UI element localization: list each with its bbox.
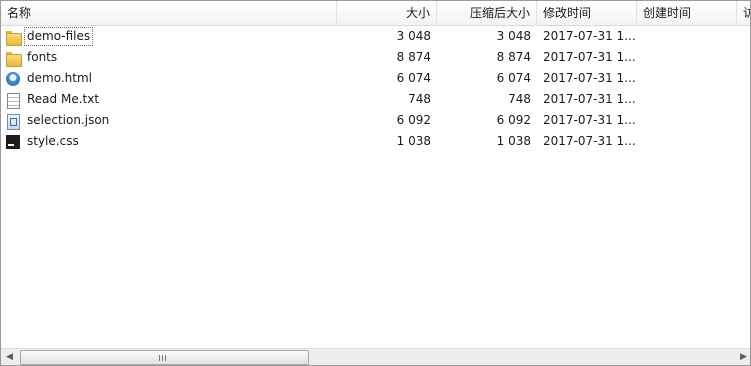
text-file-icon [5, 92, 21, 109]
file-row[interactable]: demo.html 6 074 6 074 2017-07-31 1... [1, 68, 750, 89]
column-header-name[interactable]: 名称 [1, 1, 337, 26]
folder-icon [5, 29, 22, 46]
scroll-left-button[interactable]: ◀ [1, 349, 18, 365]
file-name-cell: fonts [5, 47, 335, 68]
file-size: 3 048 [396, 29, 431, 43]
file-name: demo-files [23, 27, 94, 46]
file-rows: demo-files 3 048 3 048 2017-07-31 1... f… [1, 26, 750, 152]
json-file-icon [5, 113, 21, 130]
file-name-cell: selection.json [5, 110, 335, 131]
file-modified: 2017-07-31 1... [543, 29, 636, 43]
file-name-cell: style.css [5, 131, 335, 152]
file-name: style.css [27, 134, 79, 148]
column-header-accessed[interactable]: 访 [737, 1, 750, 26]
file-row[interactable]: fonts 8 874 8 874 2017-07-31 1... [1, 47, 750, 68]
file-name: selection.json [27, 113, 110, 127]
column-header-row: 名称 大小 压缩后大小 修改时间 创建时间 访 [1, 1, 750, 26]
file-size: 1 038 [396, 134, 431, 148]
file-name-cell: Read Me.txt [5, 89, 335, 110]
file-name: fonts [27, 50, 58, 64]
file-packed-size: 8 874 [496, 50, 531, 64]
column-header-size[interactable]: 大小 [337, 1, 437, 26]
file-packed-size: 6 092 [496, 113, 531, 127]
horizontal-scrollbar[interactable]: ◀ ▶ [1, 348, 750, 365]
file-size: 6 074 [396, 71, 431, 85]
file-packed-size: 3 048 [496, 29, 531, 43]
file-modified: 2017-07-31 1... [543, 92, 636, 106]
file-packed-size: 748 [508, 92, 531, 106]
file-row[interactable]: selection.json 6 092 6 092 2017-07-31 1.… [1, 110, 750, 131]
webstorm-file-icon [5, 134, 21, 150]
archive-file-list: 名称 大小 压缩后大小 修改时间 创建时间 访 demo-files 3 048… [0, 0, 751, 366]
file-size: 6 092 [396, 113, 431, 127]
file-packed-size: 6 074 [496, 71, 531, 85]
scrollbar-grip-icon [159, 355, 167, 361]
html-file-icon [5, 71, 21, 87]
file-name-cell: demo-files [5, 26, 335, 47]
file-modified: 2017-07-31 1... [543, 134, 636, 148]
file-name: Read Me.txt [27, 92, 100, 106]
file-row[interactable]: style.css 1 038 1 038 2017-07-31 1... [1, 131, 750, 152]
file-size: 8 874 [396, 50, 431, 64]
file-packed-size: 1 038 [496, 134, 531, 148]
folder-icon [5, 50, 22, 67]
column-header-packed-size[interactable]: 压缩后大小 [437, 1, 537, 26]
file-row[interactable]: Read Me.txt 748 748 2017-07-31 1... [1, 89, 750, 110]
file-size: 748 [408, 92, 431, 106]
scrollbar-thumb[interactable] [20, 350, 309, 365]
file-name: demo.html [27, 71, 92, 85]
file-row[interactable]: demo-files 3 048 3 048 2017-07-31 1... [1, 26, 750, 47]
file-modified: 2017-07-31 1... [543, 50, 636, 64]
file-modified: 2017-07-31 1... [543, 113, 636, 127]
column-header-created[interactable]: 创建时间 [637, 1, 737, 26]
scroll-right-button[interactable]: ▶ [735, 349, 750, 365]
column-header-modified[interactable]: 修改时间 [537, 1, 637, 26]
file-modified: 2017-07-31 1... [543, 71, 636, 85]
file-name-cell: demo.html [5, 68, 335, 89]
